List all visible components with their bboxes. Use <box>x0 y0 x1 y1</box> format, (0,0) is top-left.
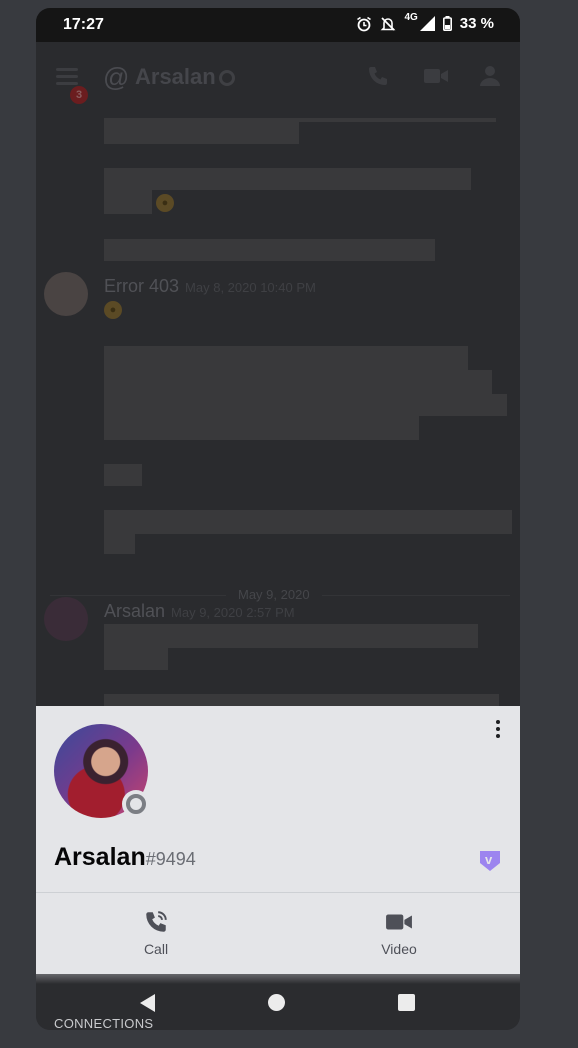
alarm-icon <box>357 16 372 31</box>
connections-label: CONNECTIONS <box>54 1016 154 1030</box>
redacted-text <box>104 122 299 144</box>
chat-background: 3 @ Arsalan ● Error 403 May 8, 2020 10:40… <box>36 42 520 706</box>
avatar[interactable] <box>44 597 88 641</box>
chat-header: 3 @ Arsalan <box>36 42 520 108</box>
offline-status-icon <box>122 790 150 818</box>
phone-screen: 17:27 4G 33 % 3 @ Arsalan ● Error 403 Ma… <box>36 8 520 1030</box>
notification-badge: 3 <box>70 86 88 104</box>
redacted-text <box>104 624 478 648</box>
date-divider-label: May 9, 2020 <box>226 587 322 602</box>
call-label: Call <box>143 941 169 957</box>
notifications-off-icon <box>381 16 396 31</box>
avatar[interactable] <box>44 272 88 316</box>
call-button[interactable]: Call <box>96 909 216 957</box>
home-icon[interactable] <box>268 994 285 1011</box>
recents-icon[interactable] <box>398 994 415 1011</box>
video-call-icon[interactable] <box>423 64 449 88</box>
status-icons: 4G 33 % <box>356 12 494 32</box>
battery-icon <box>442 16 452 31</box>
signal-icon <box>419 16 435 31</box>
redacted-text <box>104 239 435 261</box>
discriminator-text: #9494 <box>145 849 196 869</box>
profile-username: Arsalan#9494 <box>54 843 196 872</box>
phone-call-icon <box>146 911 167 932</box>
user-profile-sheet: Arsalan#9494 Call Video <box>36 706 520 974</box>
system-navigation-bar: CONNECTIONS <box>36 974 520 1030</box>
back-icon[interactable] <box>140 994 155 1012</box>
username-text: Arsalan <box>54 843 146 871</box>
redacted-text <box>104 190 152 214</box>
channel-title: Arsalan <box>135 64 216 89</box>
hypesquad-badge-icon[interactable] <box>480 851 500 871</box>
emoji-icon: ● <box>156 194 174 212</box>
more-options-icon[interactable] <box>496 720 502 741</box>
status-icon <box>219 70 235 86</box>
redacted-text <box>104 510 512 534</box>
redacted-text <box>104 464 142 486</box>
author-name: Arsalan <box>104 601 166 621</box>
battery-percent: 33 % <box>459 15 494 32</box>
at-icon: @ <box>103 62 130 92</box>
emoji-icon: ● <box>104 301 122 319</box>
redacted-text <box>104 168 471 190</box>
profile-actions: Call Video <box>36 893 520 974</box>
message-author[interactable]: Arsalan May 9, 2020 2:57 PM <box>104 601 295 622</box>
status-time: 17:27 <box>63 16 104 33</box>
message-timestamp: May 8, 2020 10:40 PM <box>185 280 316 295</box>
network-type: 4G <box>404 12 418 23</box>
status-bar: 17:27 4G 33 % <box>36 8 520 42</box>
sheet-shadow <box>36 974 520 984</box>
author-name: Error 403 <box>104 276 180 296</box>
redacted-text <box>104 346 468 370</box>
redacted-text <box>104 416 419 440</box>
message-timestamp: May 9, 2020 2:57 PM <box>171 605 295 620</box>
video-camera-icon <box>386 914 412 930</box>
redacted-text <box>104 694 499 706</box>
video-label: Video <box>381 941 417 957</box>
redacted-text <box>104 534 135 554</box>
voice-call-icon[interactable] <box>366 64 390 88</box>
redacted-text <box>104 394 507 416</box>
video-button[interactable]: Video <box>339 909 459 957</box>
members-icon[interactable] <box>479 64 505 88</box>
redacted-text <box>104 370 492 394</box>
message-author[interactable]: Error 403 May 8, 2020 10:40 PM <box>104 276 316 297</box>
redacted-text <box>104 648 168 670</box>
